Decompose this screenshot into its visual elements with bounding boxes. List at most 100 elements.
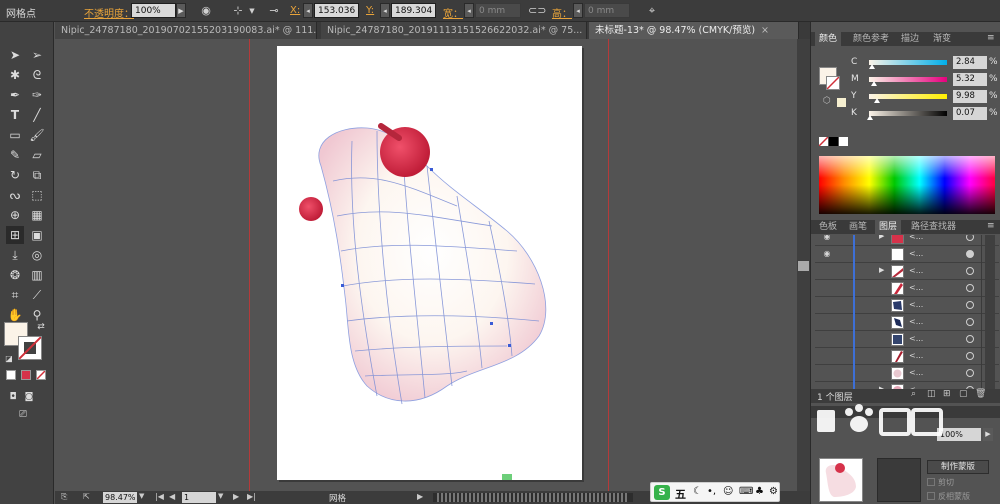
layer-row[interactable]: ◉ ▶ <... [815, 235, 999, 246]
column-graph-tool-icon[interactable]: ▥ [28, 266, 46, 284]
slider-yellow-thumb[interactable] [874, 98, 880, 103]
layer-name[interactable]: <... [909, 368, 923, 377]
opacity-dropdown-arrow[interactable]: ▶ [983, 428, 993, 441]
layer-row[interactable]: <... [815, 280, 999, 297]
first-artboard-icon[interactable]: |◀ [155, 492, 164, 501]
punctuation-icon[interactable]: •, [707, 486, 716, 497]
moon-icon[interactable]: ☾ [693, 486, 702, 497]
chevron-down-icon[interactable]: ▼ [139, 492, 144, 500]
target-icon[interactable] [966, 267, 974, 275]
rotate-tool-icon[interactable]: ↻ [6, 166, 24, 184]
x-stepper[interactable]: ◂ [303, 3, 313, 18]
curvature-tool-icon[interactable]: ✑ [28, 86, 46, 104]
selection-tool-icon[interactable]: ➤ [6, 46, 24, 64]
layer-row[interactable]: ◉ <... [815, 246, 999, 263]
slider-black[interactable]: K 0.07 % [851, 107, 998, 121]
blend-tool-icon[interactable]: ◎ [28, 246, 46, 264]
gradient-mode-button[interactable] [21, 370, 31, 380]
slider-magenta-thumb[interactable] [871, 81, 877, 86]
layer-row[interactable]: <... [815, 314, 999, 331]
layer-name[interactable]: <... [909, 266, 923, 275]
layers-scrollbar[interactable] [985, 235, 995, 389]
artboard-number-field[interactable]: 1 [182, 492, 216, 503]
tab-document-3[interactable]: 未标题-13* @ 98.47% (CMYK/预览) × [589, 22, 799, 39]
target-icon[interactable] [966, 284, 974, 292]
tab-document-1[interactable]: Nipic_24787180_20190702155203190083.ai* … [55, 22, 317, 39]
target-icon[interactable] [966, 352, 974, 360]
layer-name[interactable]: <... [909, 235, 923, 241]
tab-swatches[interactable]: 色板 [815, 220, 841, 234]
rectangle-tool-icon[interactable]: ▭ [6, 126, 24, 144]
target-icon[interactable] [966, 369, 974, 377]
export-icon[interactable]: ⇱ [83, 492, 90, 501]
width-label[interactable]: 宽： [443, 5, 463, 20]
expand-arrow-icon[interactable]: ▶ [879, 266, 884, 274]
slice-tool-icon[interactable]: ⟋ [28, 286, 46, 304]
layer-name[interactable]: <... [909, 300, 923, 309]
eyedropper-tool-icon[interactable]: ⤓ [6, 246, 24, 264]
eye-icon[interactable] [821, 351, 833, 361]
eye-icon[interactable]: ◉ [821, 235, 833, 242]
lasso-tool-icon[interactable]: ᘓ [28, 66, 46, 84]
layer-name[interactable]: <... [909, 334, 923, 343]
type-tool-icon[interactable]: T [6, 106, 24, 124]
status-menu-icon[interactable]: ▶ [417, 492, 423, 501]
magic-wand-tool-icon[interactable]: ✱ [6, 66, 24, 84]
layer-name[interactable]: <... [909, 351, 923, 360]
vertical-scrollbar[interactable] [797, 39, 810, 491]
invert-mask-checkbox[interactable] [927, 492, 935, 500]
next-artboard-icon[interactable]: ▶ [233, 492, 239, 501]
swap-fill-stroke-icon[interactable]: ⇄ [32, 318, 50, 336]
stroke-swatch[interactable] [18, 336, 42, 360]
canvas-area[interactable] [55, 39, 797, 491]
new-sublayer-icon[interactable]: ⊞ [943, 389, 951, 399]
settings-icon[interactable]: ⚙ [769, 486, 778, 497]
color-mode-button[interactable] [6, 370, 16, 380]
align-anchor-icon[interactable]: ⊸ [266, 3, 282, 19]
slider-cyan-thumb[interactable] [869, 64, 875, 69]
smile-icon[interactable]: ☺ [723, 486, 733, 497]
gamut-color-chip[interactable] [837, 98, 846, 107]
opacity-label[interactable]: 不透明度： [84, 5, 134, 20]
direct-selection-tool-icon[interactable]: ➢ [28, 46, 46, 64]
draw-behind-icon[interactable]: ◙ [20, 388, 38, 406]
x-label[interactable]: X: [290, 5, 300, 16]
layer-row[interactable]: <... [815, 348, 999, 365]
mesh-tool-icon[interactable]: ⊞ [6, 226, 24, 244]
chevron-down-icon[interactable]: ▼ [244, 3, 260, 19]
pen-tool-icon[interactable]: ✒ [6, 86, 24, 104]
slider-cyan[interactable]: C 2.84 % [851, 56, 998, 70]
warp-tool-icon[interactable]: ᔓ [6, 186, 24, 204]
keyboard-icon[interactable]: ⌨ [739, 486, 753, 497]
screen-mode-icon[interactable]: ⎚ [14, 406, 32, 424]
height-label[interactable]: 高： [552, 5, 572, 20]
eye-icon[interactable] [821, 317, 833, 327]
y-stepper[interactable]: ◂ [380, 3, 390, 18]
perspective-grid-tool-icon[interactable]: ▦ [28, 206, 46, 224]
artwork[interactable] [277, 46, 582, 480]
target-icon[interactable] [966, 235, 974, 241]
tab-gradient[interactable]: 渐变 [929, 32, 955, 46]
recolor-icon[interactable]: ◉ [198, 3, 214, 19]
expand-arrow-icon[interactable]: ▶ [879, 235, 884, 240]
layer-row[interactable]: <... [815, 365, 999, 382]
slider-yellow-value[interactable]: 9.98 [953, 90, 987, 103]
eye-icon[interactable] [821, 368, 833, 378]
artboard-tool-icon[interactable]: ⌗ [6, 286, 24, 304]
width-field[interactable]: 0 mm [475, 3, 521, 18]
height-stepper[interactable]: ◂ [573, 3, 583, 18]
paintbrush-tool-icon[interactable]: 🖌 [28, 126, 46, 144]
shape-builder-tool-icon[interactable]: ⊕ [6, 206, 24, 224]
slider-cyan-value[interactable]: 2.84 [953, 56, 987, 69]
tab-layers[interactable]: 图层 [875, 220, 902, 234]
slider-yellow-track[interactable] [869, 94, 947, 99]
eye-icon[interactable] [821, 283, 833, 293]
free-transform-tool-icon[interactable]: ⬚ [28, 186, 46, 204]
eye-icon[interactable] [821, 334, 833, 344]
slider-cyan-track[interactable] [869, 60, 947, 65]
target-icon[interactable] [966, 250, 974, 258]
isolate-icon[interactable]: ⌖ [644, 3, 660, 19]
link-icon[interactable]: ⊂⊃ [528, 3, 546, 19]
layer-row[interactable]: <... [815, 331, 999, 348]
tshirt-icon[interactable]: ♣ [755, 486, 764, 497]
